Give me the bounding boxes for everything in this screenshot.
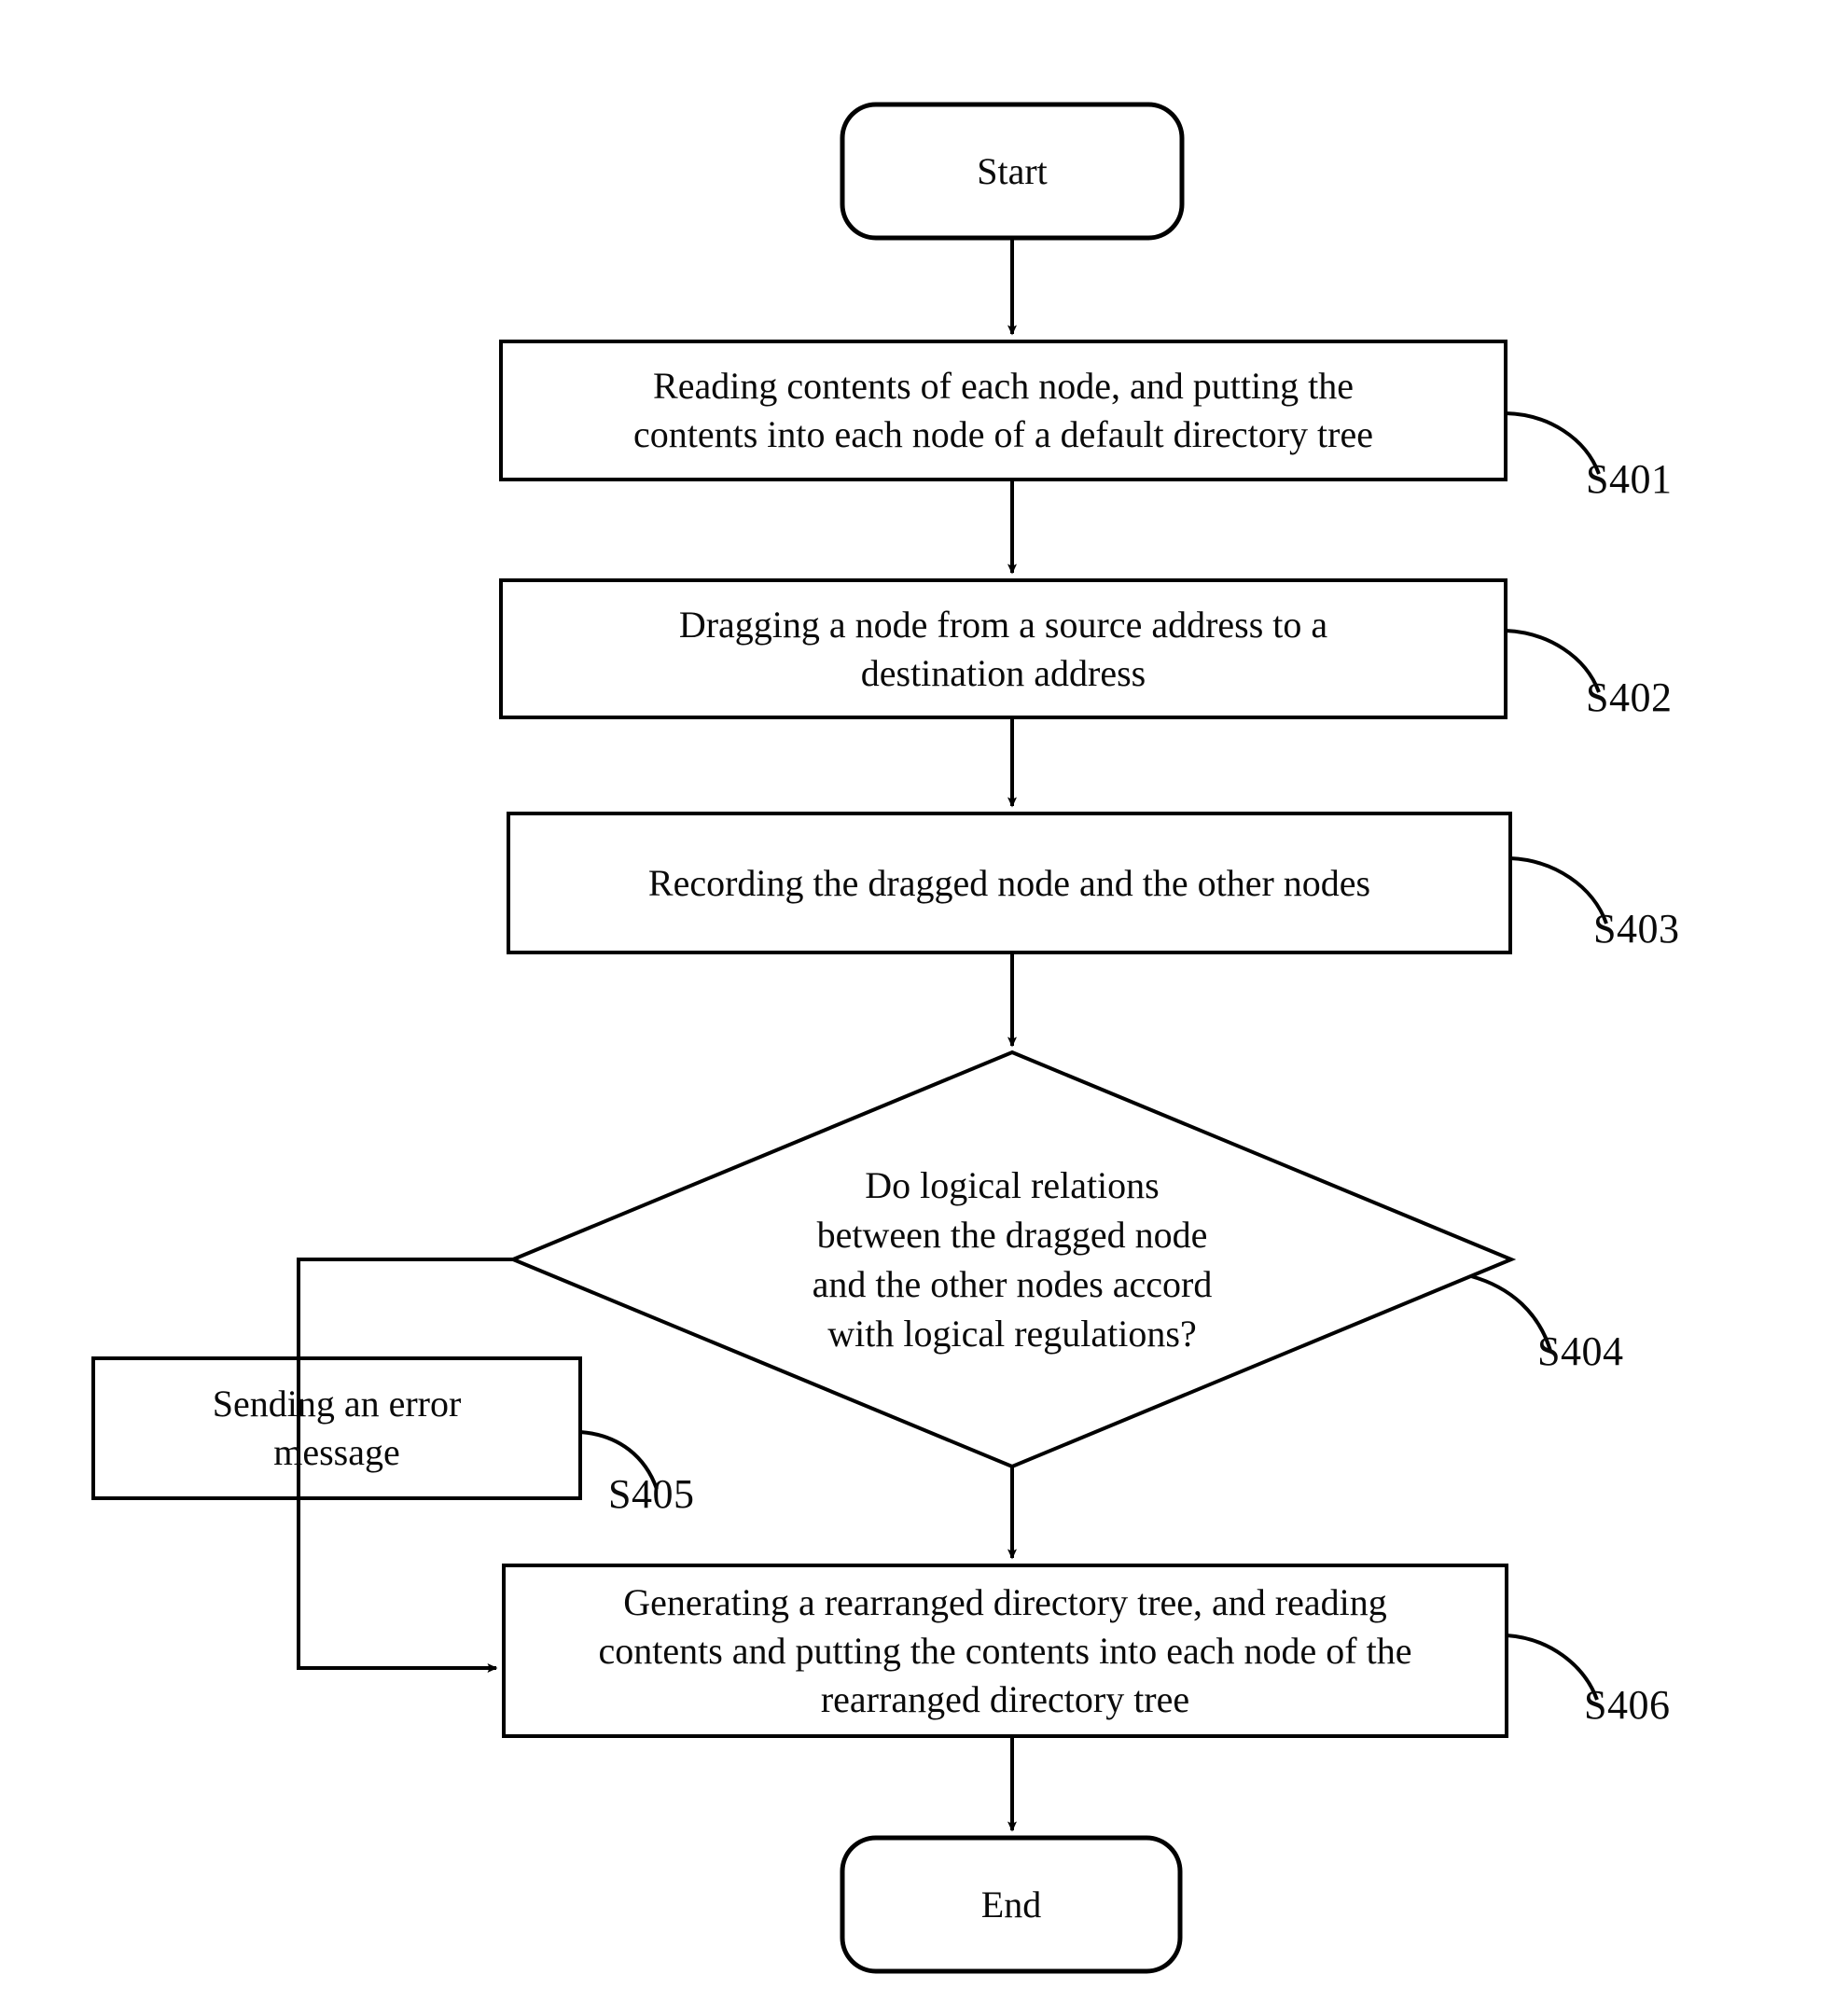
s404-step-tag: S404 (1537, 1328, 1624, 1374)
s401-node-shape[interactable] (499, 340, 1507, 481)
s403-step-tag: S403 (1593, 906, 1680, 952)
s401-step-tag: S401 (1586, 456, 1673, 502)
end-node-shape[interactable] (840, 1835, 1183, 1974)
flowchart-canvas: Start Reading contents of each node, and… (0, 0, 1834, 2016)
start-node-shape[interactable] (840, 102, 1185, 241)
s405-node-shape[interactable] (91, 1356, 582, 1500)
leader-s403 (1509, 856, 1608, 925)
s404-node-shape[interactable] (507, 1050, 1517, 1469)
s402-node-shape[interactable] (499, 578, 1507, 719)
s406-step-tag: S406 (1584, 1682, 1671, 1728)
flowchart-graphics (91, 102, 1608, 1974)
s403-node-shape[interactable] (507, 812, 1512, 954)
leader-s402 (1505, 629, 1601, 693)
s406-node-shape[interactable] (502, 1564, 1508, 1738)
s402-step-tag: S402 (1586, 674, 1673, 720)
leader-s401 (1505, 411, 1601, 475)
s405-step-tag: S405 (608, 1471, 695, 1517)
